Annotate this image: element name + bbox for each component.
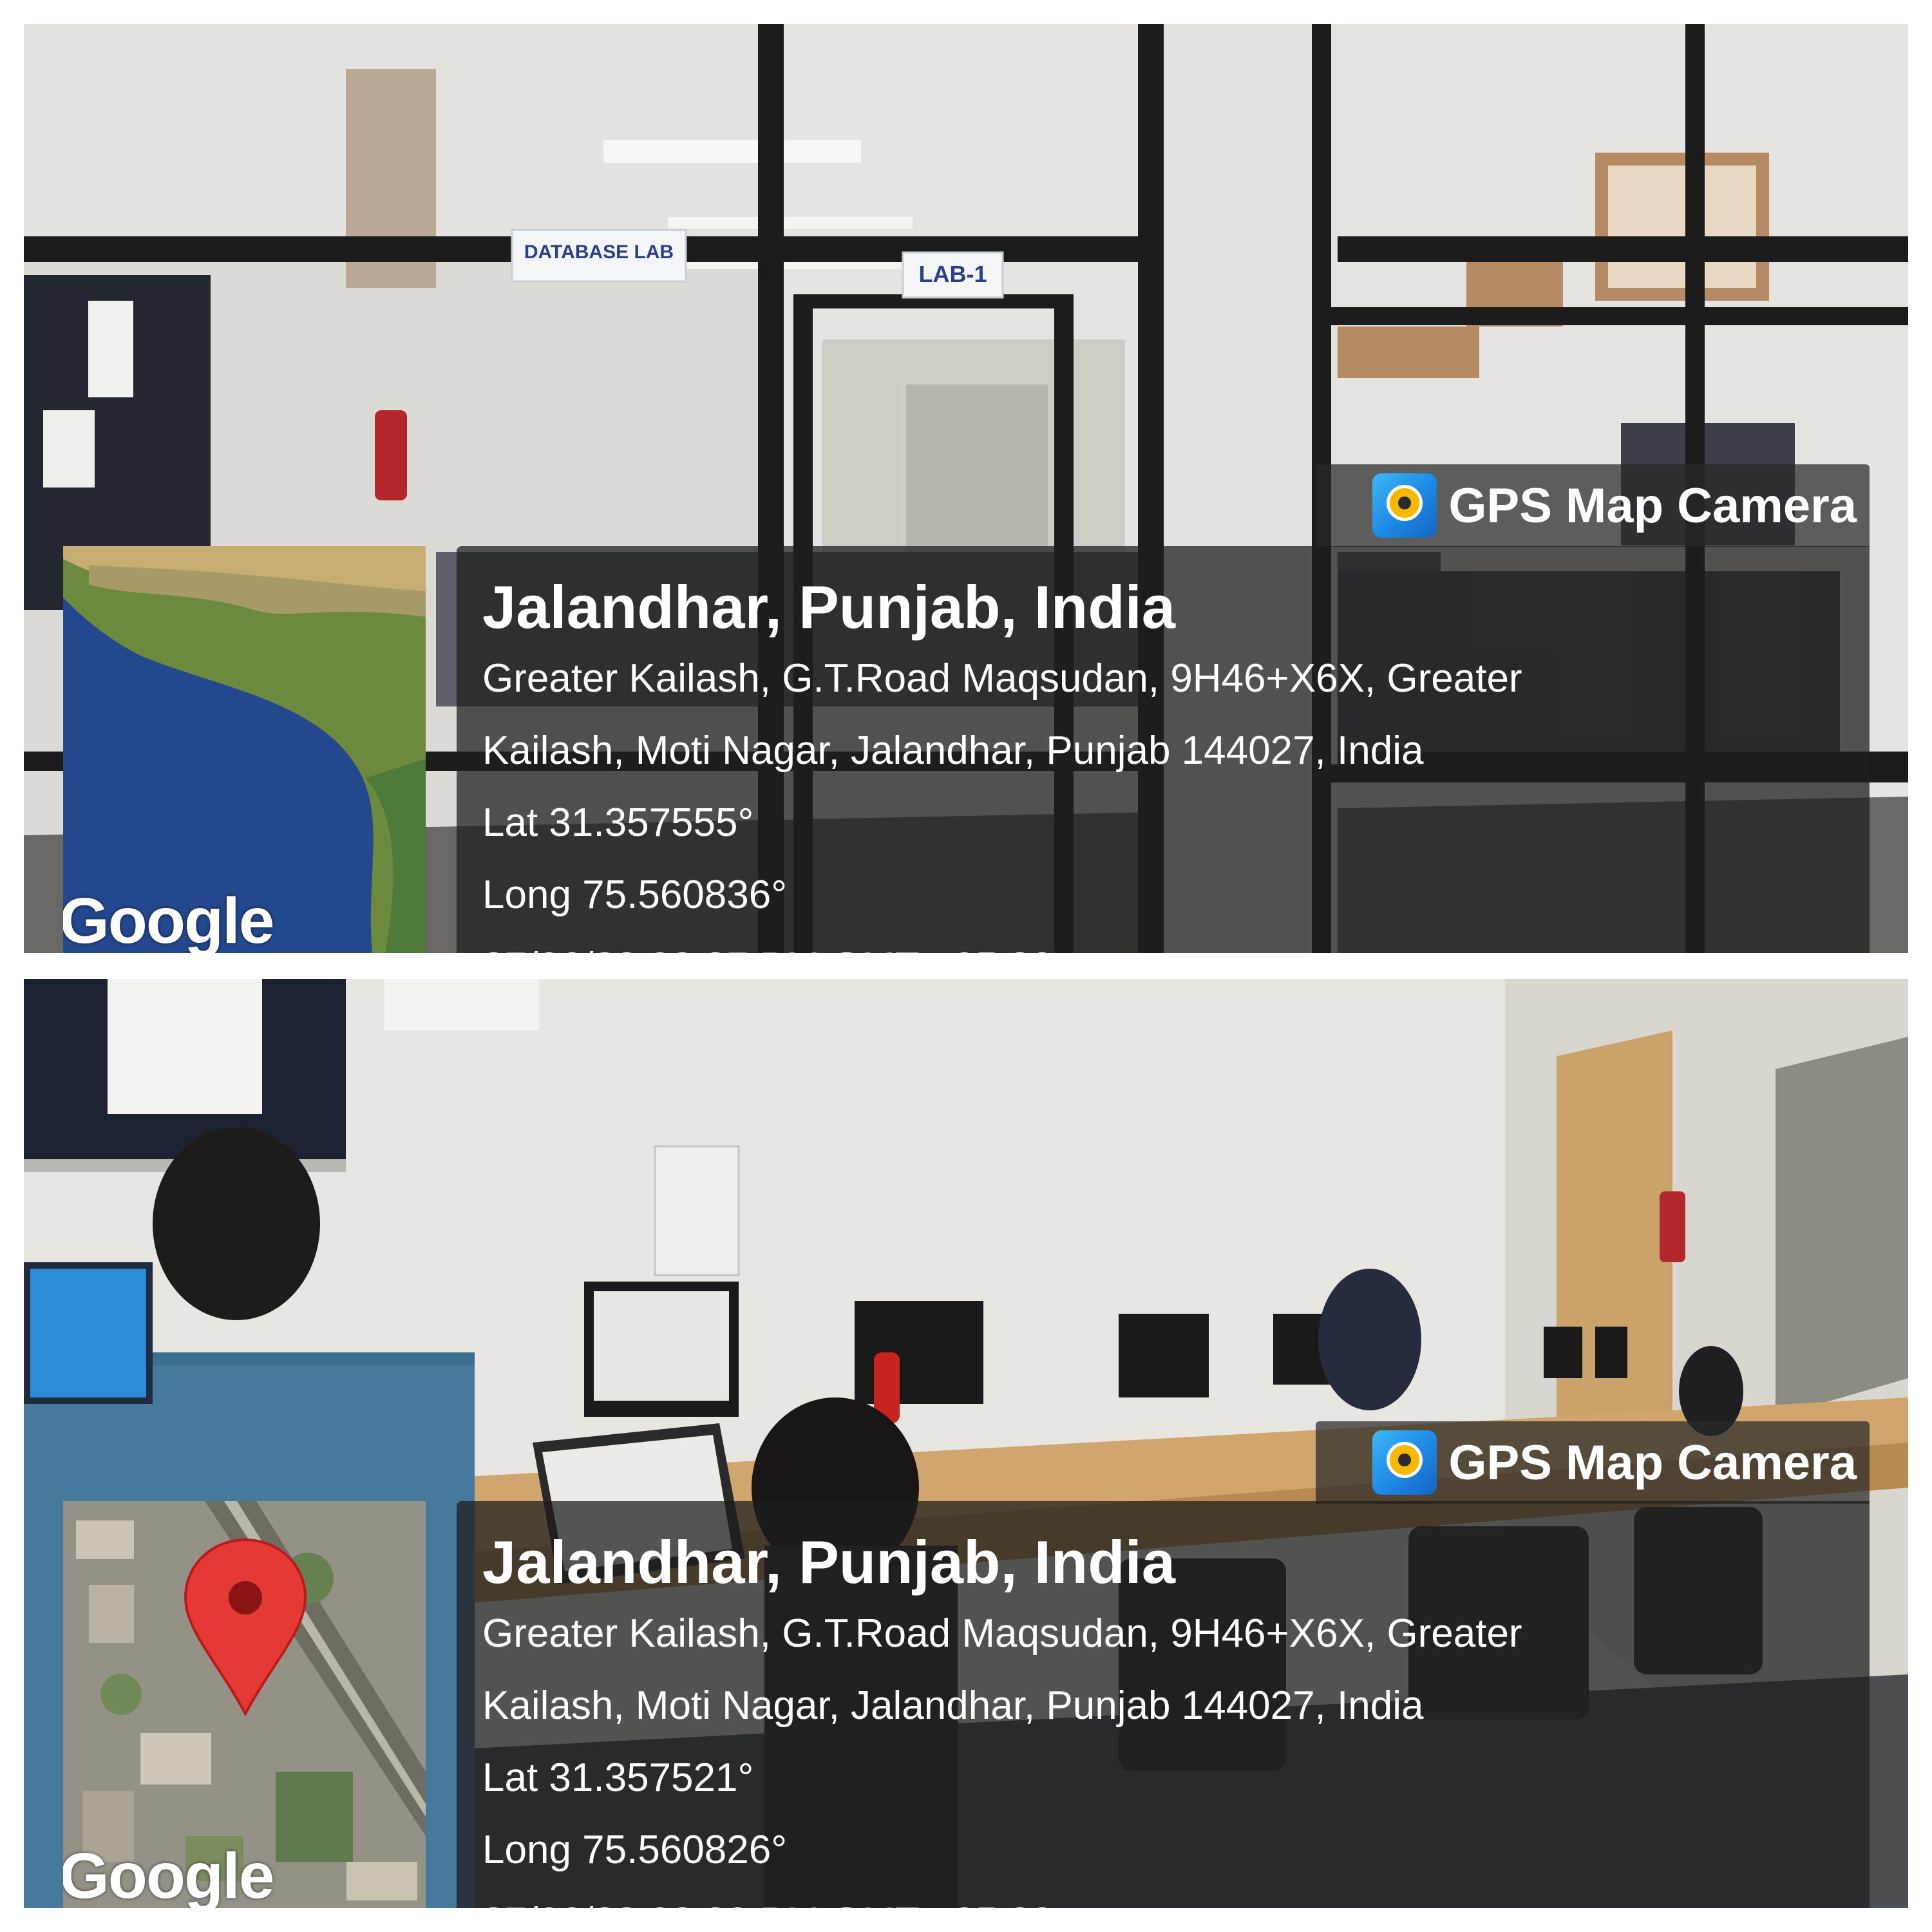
location-info-panel: Jalandhar, Punjab, India Greater Kailash… (457, 1501, 1870, 1908)
longitude: Long 75.560826° (482, 1828, 788, 1872)
gps-camera-app-name: GPS Map Camera (1448, 478, 1857, 533)
longitude: Long 75.560836° (482, 873, 788, 917)
gps-map-camera-badge: GPS Map Camera (1316, 464, 1870, 547)
location-title: Jalandhar, Punjab, India (482, 573, 1176, 641)
location-title: Jalandhar, Punjab, India (482, 1528, 1176, 1596)
location-info-panel: Jalandhar, Punjab, India Greater Kailash… (457, 546, 1870, 953)
gps-camera-app-name: GPS Map Camera (1448, 1435, 1857, 1490)
timestamp: 27/06/23 02:37 PM GMT +05:30 (482, 931, 1870, 953)
google-logo: Google (63, 1840, 274, 1908)
latitude: Lat 31.357521° (482, 1756, 754, 1800)
google-logo: Google (63, 885, 274, 953)
address-line-1: Greater Kailash, G.T.Road Maqsudan, 9H46… (482, 1611, 1522, 1656)
lab-1-sign: LAB-1 (918, 261, 987, 287)
latitude: Lat 31.357555° (482, 800, 754, 845)
address-line-2: Kailash, Moti Nagar, Jalandhar, Punjab 1… (482, 728, 1424, 773)
gps-map-camera-badge: GPS Map Camera (1316, 1421, 1870, 1504)
satellite-map-thumbnail: Google (63, 546, 426, 953)
lab-interior-photo: GPS Map Camera Google Jalandhar, Punjab,… (24, 979, 1908, 1908)
lab-entrance-photo: DATABASE LAB LAB-1 GPS Map Camera Google… (24, 24, 1908, 953)
timestamp: 27/06/23 02:39 PM GMT +05:30 (482, 1886, 1870, 1908)
address-line-1: Greater Kailash, G.T.Road Maqsudan, 9H46… (482, 656, 1522, 701)
gps-camera-app-icon (1372, 473, 1437, 538)
satellite-map-thumbnail: Google (63, 1501, 426, 1908)
address-line-2: Kailash, Moti Nagar, Jalandhar, Punjab 1… (482, 1683, 1424, 1728)
database-lab-sign: DATABASE LAB (524, 242, 674, 263)
gps-camera-app-icon (1372, 1430, 1437, 1495)
